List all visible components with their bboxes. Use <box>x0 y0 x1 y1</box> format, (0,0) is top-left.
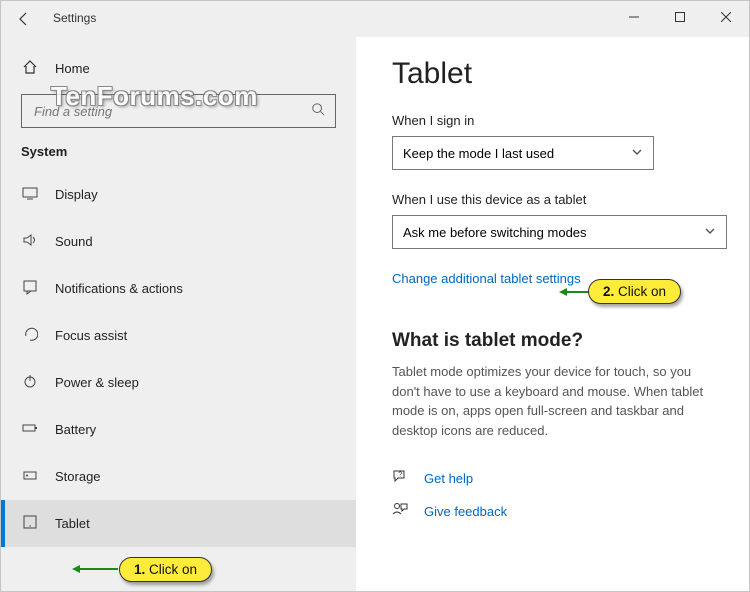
display-icon <box>21 185 39 204</box>
sound-icon <box>21 232 39 251</box>
sidebar-item-label: Battery <box>55 422 96 437</box>
callout-2: 2. Click on <box>588 279 681 304</box>
sidebar-item-label: Focus assist <box>55 328 127 343</box>
focus-assist-icon <box>21 326 39 345</box>
sidebar-item-label: Display <box>55 187 98 202</box>
signin-label: When I sign in <box>392 113 721 128</box>
what-is-heading: What is tablet mode? <box>392 330 721 352</box>
device-value: Ask me before switching modes <box>403 225 587 240</box>
sidebar-item-label: Notifications & actions <box>55 281 183 296</box>
callout-1: 1. Click on <box>119 557 212 582</box>
device-dropdown[interactable]: Ask me before switching modes <box>392 215 727 249</box>
sidebar-item-label: Power & sleep <box>55 375 139 390</box>
signin-value: Keep the mode I last used <box>403 146 554 161</box>
search-field[interactable] <box>32 103 311 120</box>
notifications-icon <box>21 279 39 298</box>
content-pane: Tablet When I sign in Keep the mode I la… <box>356 37 749 591</box>
home-nav[interactable]: Home <box>1 51 356 86</box>
sidebar-item-display[interactable]: Display <box>1 171 356 218</box>
sidebar-item-focus-assist[interactable]: Focus assist <box>1 312 356 359</box>
sidebar-item-label: Sound <box>55 234 93 249</box>
maximize-button[interactable] <box>657 1 703 33</box>
sidebar-item-power-sleep[interactable]: Power & sleep <box>1 359 356 406</box>
nav-list: Display Sound Notifications & actions Fo… <box>1 171 356 547</box>
callout-arrow-1 <box>76 568 118 570</box>
sidebar-item-sound[interactable]: Sound <box>1 218 356 265</box>
home-label: Home <box>55 61 90 76</box>
battery-icon <box>21 420 39 439</box>
search-icon <box>311 102 325 121</box>
category-label: System <box>1 144 356 171</box>
chevron-down-icon <box>631 146 643 161</box>
power-icon <box>21 373 39 392</box>
window-title: Settings <box>47 1 611 25</box>
get-help-label: Get help <box>424 471 473 486</box>
get-help-link[interactable]: ? Get help <box>392 468 721 489</box>
chevron-down-icon <box>704 225 716 240</box>
svg-text:?: ? <box>398 472 402 479</box>
sidebar-item-tablet[interactable]: Tablet <box>1 500 356 547</box>
page-title: Tablet <box>392 57 721 91</box>
give-feedback-link[interactable]: Give feedback <box>392 501 721 522</box>
storage-icon <box>21 467 39 486</box>
tablet-icon <box>21 514 39 533</box>
sidebar: Home System Display Sound Notification <box>1 37 356 591</box>
sidebar-item-battery[interactable]: Battery <box>1 406 356 453</box>
search-input[interactable] <box>21 94 336 128</box>
sidebar-item-label: Storage <box>55 469 101 484</box>
signin-dropdown[interactable]: Keep the mode I last used <box>392 136 654 170</box>
what-is-body: Tablet mode optimizes your device for to… <box>392 362 721 440</box>
help-icon: ? <box>392 468 410 489</box>
window-controls <box>611 1 749 33</box>
sidebar-item-label: Tablet <box>55 516 90 531</box>
give-feedback-label: Give feedback <box>424 504 507 519</box>
feedback-icon <box>392 501 410 522</box>
home-icon <box>21 59 39 78</box>
close-button[interactable] <box>703 1 749 33</box>
back-button[interactable] <box>1 1 47 37</box>
titlebar: Settings <box>1 1 749 37</box>
minimize-button[interactable] <box>611 1 657 33</box>
sidebar-item-storage[interactable]: Storage <box>1 453 356 500</box>
device-label: When I use this device as a tablet <box>392 192 721 207</box>
sidebar-item-notifications[interactable]: Notifications & actions <box>1 265 356 312</box>
